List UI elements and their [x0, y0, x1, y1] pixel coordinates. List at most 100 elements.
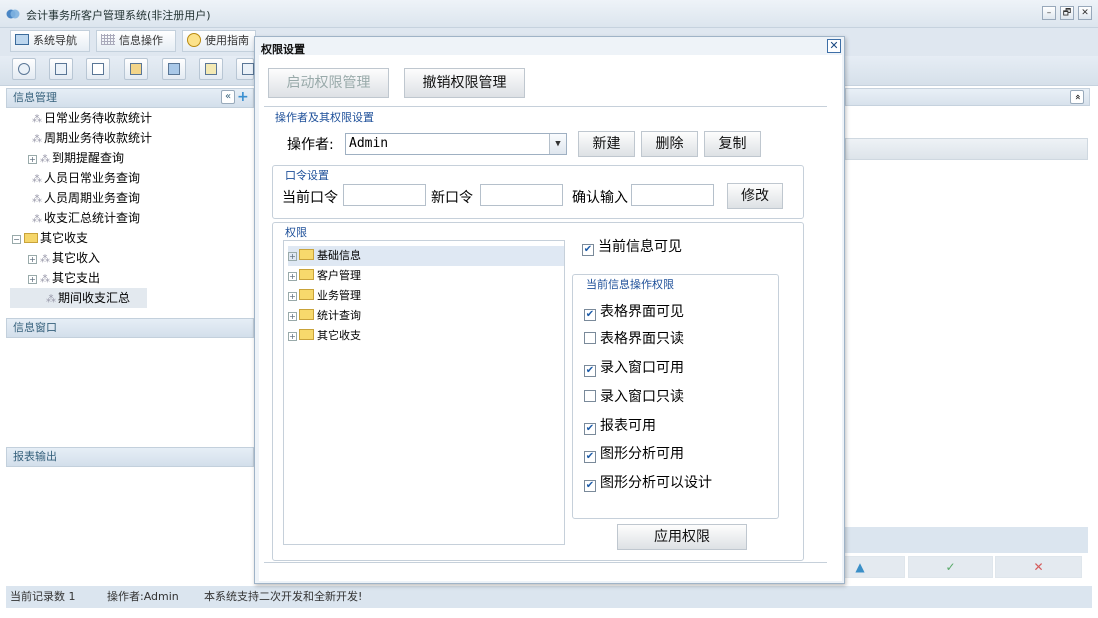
- leaf-icon: ⁂: [32, 174, 42, 185]
- tab-user-guide[interactable]: 使用指南: [182, 30, 256, 52]
- tab-info-ops[interactable]: 信息操作: [96, 30, 176, 52]
- revoke-permission-button[interactable]: 撤销权限管理: [404, 68, 525, 98]
- left-panel-header: 信息管理 « +: [6, 88, 254, 108]
- delete-operator-button[interactable]: 删除: [641, 131, 698, 157]
- tree-item[interactable]: ⁂ 收支汇总统计查询: [32, 208, 140, 228]
- tree-item-label: 收支汇总统计查询: [44, 211, 141, 225]
- add-icon[interactable]: +: [237, 88, 249, 106]
- grid-header: [845, 138, 1088, 160]
- cancel-button[interactable]: ✕: [995, 556, 1082, 578]
- tree-item-label: 人员周期业务查询: [44, 191, 141, 205]
- tree-item[interactable]: ⁂ 人员日常业务查询: [32, 168, 140, 188]
- new-password-input[interactable]: [480, 184, 563, 206]
- tree-item[interactable]: + ⁂ 其它收入: [28, 248, 100, 268]
- toolbar-user-button[interactable]: [124, 58, 148, 80]
- checkbox-box[interactable]: ✔: [584, 365, 596, 377]
- toolbar-print-button[interactable]: [236, 58, 254, 80]
- checkbox-label: 录入窗口可用: [600, 360, 684, 376]
- toolbar-monitor-button[interactable]: [162, 58, 186, 80]
- tree-item-label: 日常业务待收款统计: [44, 111, 153, 125]
- checkbox-label: 报表可用: [600, 418, 656, 434]
- op-checkbox[interactable]: ✔ 报表可用: [584, 417, 656, 435]
- tree-item-label: 周期业务待收款统计: [44, 131, 153, 145]
- expand-icon[interactable]: +: [28, 155, 37, 164]
- tree-item-selected[interactable]: ⁂ 期间收支汇总: [10, 288, 147, 308]
- chevron-down-icon[interactable]: ▼: [549, 134, 566, 154]
- tree-item-folder[interactable]: − 其它收支: [12, 228, 88, 248]
- toolbar-search-button[interactable]: [12, 58, 36, 80]
- apply-permission-button[interactable]: 应用权限: [617, 524, 747, 550]
- op-checkbox[interactable]: ✔ 图形分析可以设计: [584, 474, 712, 492]
- folder-icon: [24, 233, 38, 243]
- checkbox-box[interactable]: ✔: [582, 244, 594, 256]
- perm-tree-item[interactable]: + 统计查询: [288, 306, 361, 326]
- user-icon: [130, 63, 142, 75]
- perm-tree-item[interactable]: + 其它收支: [288, 326, 361, 346]
- leaf-icon: ⁂: [46, 294, 56, 305]
- tree-item[interactable]: + ⁂ 到期提醒查询: [28, 148, 124, 168]
- op-checkbox[interactable]: ✔ 表格界面可见: [584, 303, 684, 321]
- folder-icon: [299, 289, 314, 300]
- operator-status: 操作者:Admin: [107, 590, 179, 603]
- tab-system-nav[interactable]: 系统导航: [10, 30, 90, 52]
- tree-item[interactable]: ⁂ 日常业务待收款统计: [32, 108, 152, 128]
- visible-checkbox[interactable]: ✔ 当前信息可见: [582, 238, 682, 256]
- checkbox-label: 当前信息可见: [598, 239, 682, 255]
- checkbox-box[interactable]: ✔: [584, 309, 596, 321]
- tab-label: 使用指南: [205, 34, 249, 47]
- close-window-button[interactable]: ✕: [1078, 6, 1092, 20]
- new-operator-button[interactable]: 新建: [578, 131, 635, 157]
- enable-permission-button[interactable]: 启动权限管理: [268, 68, 389, 98]
- op-checkbox[interactable]: ✔ 录入窗口可用: [584, 359, 684, 377]
- folder-icon: [299, 309, 314, 320]
- tab-label: 系统导航: [33, 34, 77, 47]
- title-bar: 会计事务所客户管理系统(非注册用户) – 🗗 ✕: [0, 0, 1098, 28]
- modify-password-button[interactable]: 修改: [727, 183, 783, 209]
- operation-permission-title: 当前信息操作权限: [584, 276, 676, 292]
- copy-operator-button[interactable]: 复制: [704, 131, 761, 157]
- expand-icon[interactable]: +: [288, 272, 297, 281]
- expand-icon[interactable]: +: [28, 255, 37, 264]
- expand-icon[interactable]: +: [288, 292, 297, 301]
- op-checkbox[interactable]: 表格界面只读: [584, 330, 684, 348]
- checkbox-box[interactable]: [584, 390, 596, 402]
- checkbox-label: 图形分析可用: [600, 446, 684, 462]
- toolbar-export-button[interactable]: [199, 58, 223, 80]
- checkbox-box[interactable]: [584, 332, 596, 344]
- confirm-password-input[interactable]: [631, 184, 714, 206]
- collapse-left-icon[interactable]: «: [221, 90, 235, 104]
- tree-item[interactable]: + ⁂ 其它支出: [28, 268, 100, 288]
- expand-icon[interactable]: +: [288, 332, 297, 341]
- checkbox-label: 录入窗口只读: [600, 389, 684, 405]
- current-password-input[interactable]: [343, 184, 426, 206]
- leaf-icon: ⁂: [32, 134, 42, 145]
- expand-icon[interactable]: +: [28, 275, 37, 284]
- collapse-icon[interactable]: −: [12, 235, 21, 244]
- perm-tree-item[interactable]: + 基础信息: [288, 246, 564, 266]
- guide-icon: [187, 33, 201, 47]
- checkbox-box[interactable]: ✔: [584, 451, 596, 463]
- app-logo-icon: [6, 9, 20, 19]
- perm-tree-item[interactable]: + 业务管理: [288, 286, 361, 306]
- checkbox-box[interactable]: ✔: [584, 480, 596, 492]
- minimize-button[interactable]: –: [1042, 6, 1056, 20]
- perm-tree-label: 业务管理: [317, 289, 361, 302]
- leaf-icon: ⁂: [40, 154, 50, 165]
- toolbar-document-button[interactable]: [86, 58, 110, 80]
- operator-select[interactable]: Admin ▼: [345, 133, 567, 155]
- tree-item[interactable]: ⁂ 周期业务待收款统计: [32, 128, 152, 148]
- dialog-close-button[interactable]: ✕: [827, 39, 841, 53]
- tree-item[interactable]: ⁂ 人员周期业务查询: [32, 188, 140, 208]
- checkbox-box[interactable]: ✔: [584, 423, 596, 435]
- expand-icon[interactable]: +: [288, 312, 297, 321]
- confirm-button[interactable]: ✓: [908, 556, 993, 578]
- collapse-right-icon[interactable]: «: [1070, 90, 1084, 104]
- operator-label: 操作者:: [287, 137, 334, 153]
- op-checkbox[interactable]: ✔ 图形分析可用: [584, 445, 684, 463]
- restore-button[interactable]: 🗗: [1060, 6, 1074, 20]
- toolbar-list-button[interactable]: [49, 58, 73, 80]
- perm-tree-item[interactable]: + 客户管理: [288, 266, 361, 286]
- tree-item-label: 其它收入: [52, 251, 101, 265]
- op-checkbox[interactable]: 录入窗口只读: [584, 388, 684, 406]
- expand-icon[interactable]: +: [288, 252, 297, 261]
